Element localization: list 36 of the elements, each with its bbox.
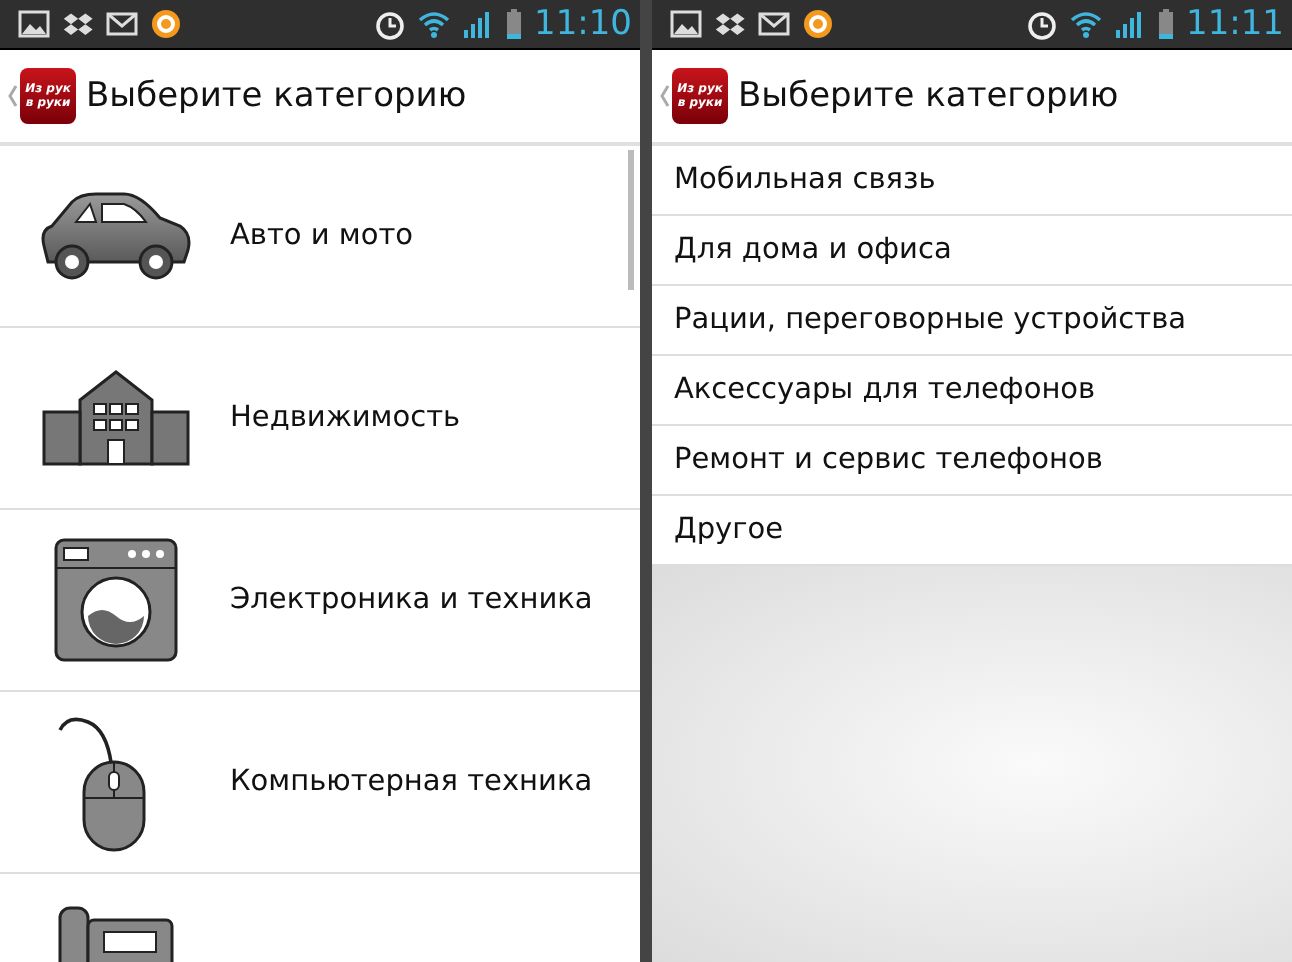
mail-icon: [758, 8, 790, 40]
subcategory-item[interactable]: Для дома и офиса: [652, 216, 1292, 286]
wifi-icon: [418, 8, 450, 40]
category-item[interactable]: Компьютерная техника: [0, 692, 640, 874]
image-icon: [670, 8, 702, 40]
app-icon: [150, 8, 182, 40]
category-label: Компьютерная техника: [230, 766, 593, 798]
alarm-icon: [374, 8, 406, 40]
mail-icon: [106, 8, 138, 40]
category-item[interactable]: Недвижимость: [0, 328, 640, 510]
back-icon[interactable]: [8, 84, 18, 108]
wifi-icon: [1070, 8, 1102, 40]
battery-icon: [506, 8, 522, 40]
category-label: Авто и мото: [230, 220, 414, 252]
category-label: Электроника и техника: [230, 584, 593, 616]
scrollbar: [628, 150, 634, 290]
screen-title: Выберите категорию: [86, 76, 467, 116]
screen-title: Выберите категорию: [738, 76, 1119, 116]
category-label: Недвижимость: [230, 402, 461, 434]
back-icon[interactable]: [660, 84, 670, 108]
subcategory-item[interactable]: Ремонт и сервис телефонов: [652, 426, 1292, 496]
subcategory-item[interactable]: Мобильная связь: [652, 146, 1292, 216]
subcategory-item[interactable]: Рации, переговорные устройства: [652, 286, 1292, 356]
signal-icon: [462, 8, 494, 40]
subcategory-item[interactable]: Аксессуары для телефонов: [652, 356, 1292, 426]
clock-time: 11:10: [534, 4, 632, 44]
building-icon: [39, 368, 191, 468]
app-icon: [802, 8, 834, 40]
alarm-icon: [1026, 8, 1058, 40]
washing-machine-icon: [51, 536, 179, 664]
image-icon: [18, 8, 50, 40]
category-item[interactable]: Электроника и техника: [0, 510, 640, 692]
battery-icon: [1158, 8, 1174, 40]
signal-icon: [1114, 8, 1146, 40]
clock-time: 11:11: [1186, 4, 1284, 44]
category-item[interactable]: Авто и мото: [0, 146, 640, 328]
